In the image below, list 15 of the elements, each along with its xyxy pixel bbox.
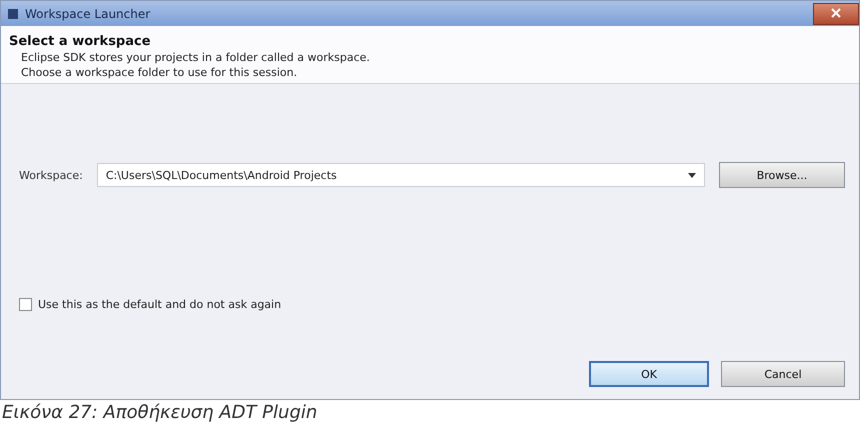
description-text: Eclipse SDK stores your projects in a folder called a workspace.: [20, 51, 371, 64]
close-button[interactable]: [813, 2, 859, 24]
figure-caption: Εικόνα 27: Αποθήκευση ADT Plugin: [1, 401, 318, 423]
window-title: Workspace Launcher: [25, 6, 150, 20]
close-icon: [831, 8, 841, 18]
description-text: Choose a workspace folder to use for this session.: [20, 66, 298, 79]
app-icon: [7, 8, 19, 20]
workspace-label: Workspace:: [19, 168, 83, 182]
workspace-combo-field[interactable]: C:\Users\SQL\Documents\Android Projects: [96, 163, 705, 187]
cancel-button[interactable]: Cancel: [721, 361, 845, 387]
dropdown-caret-icon: [688, 172, 696, 178]
browse-button[interactable]: Browse...: [719, 162, 845, 188]
header-title: Select a workspace: [9, 34, 152, 49]
default-checkbox[interactable]: Use this as the default and do not ask again: [19, 298, 845, 311]
ok-button[interactable]: OK: [589, 361, 709, 387]
